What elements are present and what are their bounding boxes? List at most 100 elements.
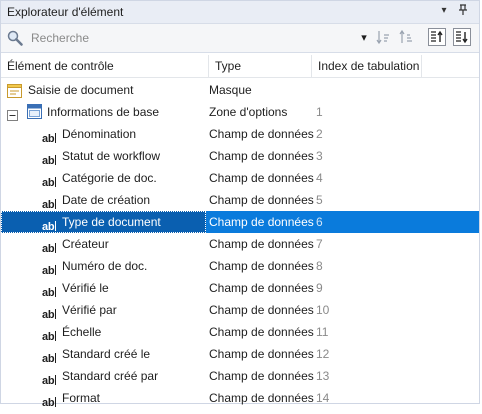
column-type-header[interactable]: Type xyxy=(209,55,312,77)
tree-row-name-cell[interactable]: Informations de base xyxy=(1,101,206,123)
tree-row[interactable]: ab Date de création Champ de données 5 xyxy=(1,189,479,211)
tree-row-type: Zone d'options xyxy=(209,105,288,119)
tree-row-type: Champ de données xyxy=(209,303,314,317)
tree-row-label: Format xyxy=(62,391,101,405)
tree-row[interactable]: Informations de base Zone d'options 1 xyxy=(1,101,479,123)
tree-row-name-cell[interactable]: ab Vérifié le xyxy=(1,277,206,299)
tree-row[interactable]: ab Numéro de doc. Champ de données 8 xyxy=(1,255,479,277)
tree-row-name-cell[interactable]: ab Standard créé par xyxy=(1,365,206,387)
tree-row-type: Champ de données xyxy=(209,149,314,163)
tree-row-tab-index: 4 xyxy=(316,171,323,185)
tree-row-name-cell[interactable]: ab Format xyxy=(1,387,206,409)
sort-descending-icon[interactable] xyxy=(397,28,415,46)
tree-row-tab-index: 2 xyxy=(316,127,323,141)
tree-row-name-cell[interactable]: ab Statut de workflow xyxy=(1,145,206,167)
tree-row-type: Champ de données xyxy=(209,127,314,141)
column-header: Élément de contrôle Type Index de tabula… xyxy=(1,55,479,78)
tree-row-label: Standard créé le xyxy=(62,347,151,361)
tree-row-type: Champ de données xyxy=(209,215,314,229)
tree-row-type: Champ de données xyxy=(209,259,314,273)
tree-row[interactable]: ab Catégorie de doc. Champ de données 4 xyxy=(1,167,479,189)
tree-row-name-cell[interactable]: ab Vérifié par xyxy=(1,299,206,321)
text-field-icon-glyph: ab xyxy=(42,397,55,409)
text-field-icon-glyph: ab xyxy=(42,353,55,365)
text-field-icon-glyph: ab xyxy=(42,177,55,189)
explorer-toolbar: Recherche ▾ xyxy=(1,24,479,53)
tree-row-tab-index: 9 xyxy=(316,281,323,295)
tree-row-type: Champ de données xyxy=(209,369,314,383)
tree-row-label: Informations de base xyxy=(47,105,160,119)
column-tab-index-header[interactable]: Index de tabulation xyxy=(312,55,422,77)
search-dropdown-icon[interactable]: ▾ xyxy=(355,28,373,46)
tree-row-tab-index: 5 xyxy=(316,193,323,207)
tree-row-label: Dénomination xyxy=(62,127,137,141)
column-element-header[interactable]: Élément de contrôle xyxy=(1,55,209,77)
tree-row-type: Champ de données xyxy=(209,237,314,251)
text-field-icon: ab xyxy=(42,392,57,414)
tree-row[interactable]: ab Vérifié le Champ de données 9 xyxy=(1,277,479,299)
text-field-icon-glyph: ab xyxy=(42,155,55,167)
tree-row-label: Saisie de document xyxy=(28,83,134,97)
tree-row-label: Vérifié le xyxy=(62,281,109,295)
text-field-icon-glyph: ab xyxy=(42,375,55,387)
move-up-icon[interactable] xyxy=(428,28,446,46)
tree-row-type: Champ de données xyxy=(209,325,314,339)
tree-row-name-cell[interactable]: ab Date de création xyxy=(1,189,206,211)
tree-row[interactable]: ab Vérifié par Champ de données 10 xyxy=(1,299,479,321)
tree-row-tab-index: 12 xyxy=(316,347,330,361)
tree-row-label: Type de document xyxy=(62,215,161,229)
tree-row-label: Échelle xyxy=(62,325,102,339)
search-field[interactable]: Recherche xyxy=(7,29,367,47)
tree-row-label: Numéro de doc. xyxy=(62,259,148,273)
tree-row[interactable]: ab Statut de workflow Champ de données 3 xyxy=(1,145,479,167)
tree-row-tab-index: 7 xyxy=(316,237,323,251)
panel-titlebar: Explorateur d'élément ▾ xyxy=(1,1,479,24)
text-field-icon-glyph: ab xyxy=(42,265,55,277)
tree-row-tab-index: 14 xyxy=(316,391,330,405)
tree-row-type: Champ de données xyxy=(209,281,314,295)
tree-row-label: Vérifié par xyxy=(62,303,117,317)
tree-row[interactable]: ab Standard créé le Champ de données 12 xyxy=(1,343,479,365)
tree-row-name-cell[interactable]: Saisie de document xyxy=(1,79,206,101)
tree-row-tab-index: 8 xyxy=(316,259,323,273)
tree-row-name-cell[interactable]: ab Dénomination xyxy=(1,123,206,145)
tree-row[interactable]: ab Créateur Champ de données 7 xyxy=(1,233,479,255)
tree-row-name-cell[interactable]: ab Créateur xyxy=(1,233,206,255)
text-field-icon-glyph: ab xyxy=(42,199,55,211)
text-field-icon-glyph: ab xyxy=(42,331,55,343)
move-down-icon[interactable] xyxy=(453,28,471,46)
pin-icon[interactable] xyxy=(456,4,470,18)
tree-row-label: Créateur xyxy=(62,237,109,251)
element-explorer-panel: Explorateur d'élément ▾ Recherche ▾ Élém… xyxy=(0,0,480,409)
search-icon xyxy=(7,30,23,46)
panel-options-dropdown-icon[interactable]: ▾ xyxy=(437,4,451,18)
tree-row-type: Champ de données xyxy=(209,193,314,207)
text-field-icon-glyph: ab xyxy=(42,243,55,255)
tree-row-label: Statut de workflow xyxy=(62,149,161,163)
tree-row-name-cell[interactable]: ab Standard créé le xyxy=(1,343,206,365)
tree-row-type: Champ de données xyxy=(209,347,314,361)
tree-row[interactable]: ab Format Champ de données 14 xyxy=(1,387,479,409)
tree-row-name-cell[interactable]: ab Échelle xyxy=(1,321,206,343)
tree-row-tab-index: 6 xyxy=(316,215,323,229)
sort-ascending-icon[interactable] xyxy=(374,28,392,46)
tree-row-label: Date de création xyxy=(62,193,151,207)
tree-row-label: Catégorie de doc. xyxy=(62,171,157,185)
tree-row-name-cell[interactable]: ab Type de document xyxy=(1,211,206,233)
tree-row[interactable]: ab Échelle Champ de données 11 xyxy=(1,321,479,343)
tree-row-tab-index: 11 xyxy=(316,325,329,339)
tree-row[interactable]: ab Type de document Champ de données 6 xyxy=(1,211,479,233)
tree-row-tab-index: 1 xyxy=(316,105,323,119)
tree-row-label: Standard créé par xyxy=(62,369,159,383)
tree-row[interactable]: ab Standard créé par Champ de données 13 xyxy=(1,365,479,387)
text-field-icon-glyph: ab xyxy=(42,133,55,145)
tree-row[interactable]: ab Dénomination Champ de données 2 xyxy=(1,123,479,145)
tree-row-name-cell[interactable]: ab Numéro de doc. xyxy=(1,255,206,277)
text-field-icon-glyph: ab xyxy=(42,309,55,321)
tree-row-tab-index: 10 xyxy=(316,303,330,317)
tree-row-type: Champ de données xyxy=(209,391,314,405)
tree-row-name-cell[interactable]: ab Catégorie de doc. xyxy=(1,167,206,189)
text-field-icon-glyph: ab xyxy=(42,287,55,299)
tree-row-tab-index: 3 xyxy=(316,149,323,163)
tree-row[interactable]: Saisie de document Masque xyxy=(1,79,479,101)
